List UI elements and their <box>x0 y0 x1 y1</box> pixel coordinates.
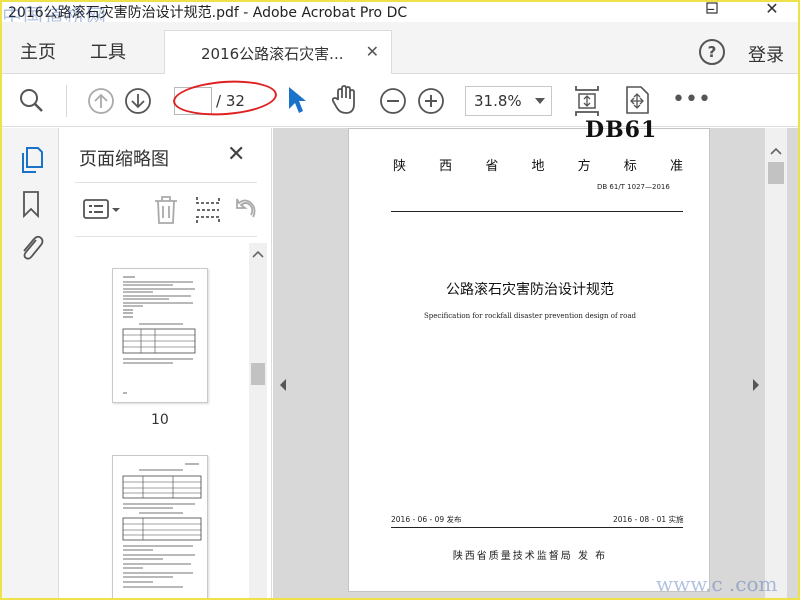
left-rail <box>2 128 59 598</box>
zoom-value: 31.8% <box>474 92 522 110</box>
search-icon[interactable] <box>18 87 44 117</box>
footer-rule <box>391 527 683 528</box>
scrollbar-thumb[interactable] <box>768 162 784 184</box>
province-char: 省 <box>485 159 499 174</box>
province-header: 陕 西 省 地 方 标 准 <box>393 155 683 174</box>
document-view[interactable]: DB61 陕 西 省 地 方 标 准 DB 61/T 1027—2016 公路滚… <box>273 117 798 598</box>
page-thumbnail[interactable] <box>112 268 208 403</box>
menu-bar: 主页 工具 2016公路滚石灾害... ✕ ? 登录 <box>2 22 798 74</box>
title-bar: 2016公路滚石灾害防治设计规范.pdf - Adobe Acrobat Pro… <box>2 2 798 28</box>
insert-page-icon[interactable] <box>195 195 221 229</box>
thumbnail-page-label: 10 <box>151 412 169 428</box>
close-window-button[interactable]: ✕ <box>762 2 782 19</box>
effective-date: 2016 - 08 - 01 实施 <box>613 515 684 524</box>
issuer: 陕西省质量技术监督局 发 布 <box>452 551 608 562</box>
document-title: 公路滚石灾害防治设计规范 <box>446 282 614 298</box>
attachment-icon[interactable] <box>18 232 44 266</box>
hand-tool-icon[interactable] <box>330 84 360 120</box>
close-panel-icon[interactable]: ✕ <box>227 142 245 167</box>
province-char: 准 <box>669 159 683 174</box>
annotation-ellipse <box>171 77 279 119</box>
watermark-bottom: www.c .com <box>656 572 778 596</box>
close-tab-icon[interactable]: ✕ <box>366 42 379 61</box>
standard-code: DB61 <box>585 117 658 143</box>
app-window: 2016公路滚石灾害防治设计规范.pdf - Adobe Acrobat Pro… <box>0 0 800 600</box>
full-screen-icon[interactable] <box>623 85 651 119</box>
previous-page-icon[interactable] <box>87 87 115 119</box>
zoom-out-icon[interactable] <box>379 87 407 119</box>
document-scrollbar[interactable] <box>765 128 787 598</box>
more-options-icon[interactable]: ••• <box>672 87 711 112</box>
collapse-left-icon[interactable] <box>278 378 288 392</box>
expand-right-icon[interactable] <box>751 378 761 392</box>
next-page-icon[interactable] <box>124 87 152 119</box>
thumbnail-options-icon[interactable] <box>83 197 123 227</box>
province-char: 标 <box>623 159 637 174</box>
toolbar: / 32 31.8% ••• <box>2 75 798 127</box>
release-date: 2016 - 06 - 09 发布 <box>391 515 462 524</box>
thumbnail-scrollbar[interactable] <box>249 243 267 598</box>
maximize-icon[interactable] <box>702 2 722 19</box>
bookmark-icon[interactable] <box>21 190 41 222</box>
page-thumbnail[interactable] <box>112 455 208 598</box>
document-tab[interactable]: 2016公路滚石灾害... ✕ <box>164 30 392 74</box>
page-thumbnails-icon[interactable] <box>18 146 44 178</box>
select-cursor-icon[interactable] <box>286 85 308 119</box>
province-char: 方 <box>577 159 591 174</box>
login-link[interactable]: 登录 <box>748 41 784 67</box>
zoom-select[interactable]: 31.8% <box>465 86 552 116</box>
thumbnails-panel: 页面缩略图 ✕ 10 <box>59 128 272 598</box>
toolbar-separator <box>66 85 67 117</box>
chevron-down-icon <box>535 98 545 104</box>
delete-page-icon[interactable] <box>153 195 179 229</box>
panel-title: 页面缩略图 <box>79 149 169 170</box>
scrollbar-thumb[interactable] <box>251 363 265 385</box>
province-char: 地 <box>531 159 545 174</box>
rotate-page-icon[interactable] <box>233 195 259 229</box>
province-char: 陕 <box>393 159 407 174</box>
province-char: 西 <box>439 159 453 174</box>
standard-number: DB 61/T 1027—2016 <box>597 183 670 191</box>
header-rule <box>391 211 683 212</box>
panel-toolbar <box>75 182 257 237</box>
menu-home[interactable]: 主页 <box>20 38 56 64</box>
help-icon[interactable]: ? <box>699 39 725 65</box>
document-tab-label: 2016公路滚石灾害... <box>201 45 344 63</box>
scroll-up-icon[interactable] <box>249 247 267 261</box>
document-page: DB61 陕 西 省 地 方 标 准 DB 61/T 1027—2016 公路滚… <box>348 117 710 592</box>
menu-tools[interactable]: 工具 <box>90 38 126 64</box>
scroll-up-icon[interactable] <box>765 144 787 158</box>
zoom-in-icon[interactable] <box>417 87 445 119</box>
document-subtitle: Specification for rockfall disaster prev… <box>424 312 636 320</box>
